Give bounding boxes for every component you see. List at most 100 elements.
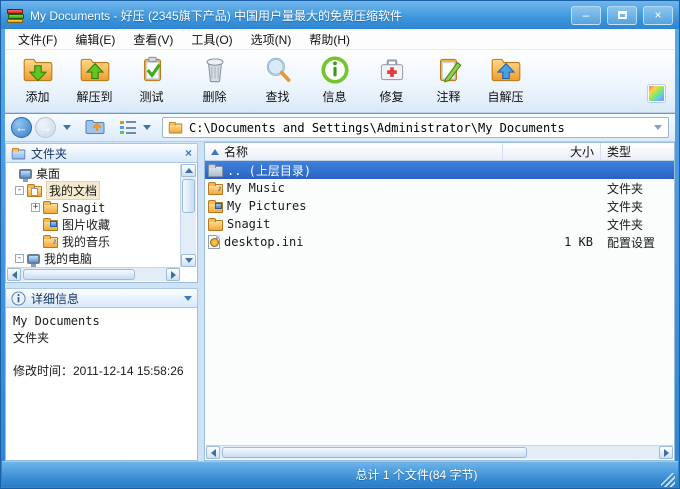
minimize-button[interactable]: –	[571, 5, 601, 25]
scroll-right-button[interactable]	[166, 268, 180, 281]
delete-button[interactable]: 删除	[186, 53, 243, 110]
status-bar: 总计 1 个文件(84 字节)	[2, 461, 678, 487]
tree-item-pictures[interactable]: 图片收藏	[7, 216, 180, 233]
list-horizontal-scrollbar[interactable]	[206, 445, 673, 459]
extract-button[interactable]: 解压到	[66, 53, 123, 110]
skin-picker-button[interactable]	[647, 84, 666, 103]
address-path[interactable]: C:\Documents and Settings\Administrator\…	[189, 121, 653, 135]
collapse-panel-icon[interactable]	[184, 295, 192, 301]
scroll-thumb[interactable]	[182, 179, 195, 213]
test-button[interactable]: 测试	[123, 53, 180, 110]
folder-music-icon: ♪	[208, 181, 223, 195]
tree-item-my-computer[interactable]: - 我的电脑	[7, 250, 180, 267]
folders-panel-icon	[11, 147, 26, 159]
scroll-down-button[interactable]	[181, 254, 196, 267]
toolbar: 添加 解压到 测试 删除 查找 信息 修复 注释 自解压	[5, 50, 675, 113]
forward-button[interactable]: →	[35, 117, 56, 138]
folder-icon	[208, 217, 223, 231]
folder-blue-arrow-up-icon	[491, 58, 520, 82]
sort-ascending-icon	[211, 148, 219, 155]
find-label: 查找	[265, 90, 290, 104]
column-header-type[interactable]: 类型	[601, 143, 674, 160]
table-row-desktop-ini[interactable]: desktop.ini 1 KB 配置设置	[205, 233, 674, 251]
clipboard-check-icon	[143, 56, 161, 82]
address-dropdown-icon[interactable]	[654, 125, 662, 130]
folders-panel-header[interactable]: 文件夹 ×	[5, 143, 198, 163]
details-file-type: 文件夹	[13, 331, 50, 345]
comment-button[interactable]: 注释	[420, 53, 477, 110]
menu-edit[interactable]: 编辑(E)	[66, 29, 124, 50]
left-column: 文件夹 × 桌面 - 我的文档 + Snagit 图片收藏 ♪ 我的音乐 - 我…	[5, 143, 198, 461]
view-mode-icon[interactable]	[120, 120, 136, 135]
table-row-snagit[interactable]: Snagit 文件夹	[205, 215, 674, 233]
details-panel: 详细信息 My Documents 文件夹 修改时间：2011-12-14 15…	[5, 288, 198, 461]
table-row-my-music[interactable]: ♪ My Music 文件夹	[205, 179, 674, 197]
scroll-right-button[interactable]	[659, 446, 673, 459]
collapse-expander[interactable]: -	[15, 186, 24, 195]
collapse-expander[interactable]: -	[15, 254, 24, 263]
view-mode-dropdown-icon[interactable]	[143, 125, 151, 130]
table-row-my-pictures[interactable]: My Pictures 文件夹	[205, 197, 674, 215]
app-window: My Documents - 好压 (2345旗下产品) 中国用户量最大的免费压…	[0, 0, 680, 489]
sfx-button[interactable]: 自解压	[477, 53, 534, 110]
scroll-left-button[interactable]	[206, 446, 220, 459]
up-one-level-button[interactable]	[84, 116, 106, 139]
details-content: My Documents 文件夹 修改时间：2011-12-14 15:58:2…	[5, 308, 198, 461]
add-label: 添加	[25, 90, 50, 104]
find-button[interactable]: 查找	[249, 53, 306, 110]
table-row-parent-dir[interactable]: .. (上层目录)	[205, 161, 674, 179]
info-label: 信息	[322, 90, 347, 104]
tree-item-desktop[interactable]: 桌面	[7, 165, 180, 182]
scroll-thumb[interactable]	[23, 269, 135, 280]
add-button[interactable]: 添加	[9, 53, 66, 110]
details-file-name: My Documents	[13, 314, 100, 328]
info-button[interactable]: 信息	[306, 53, 363, 110]
close-button[interactable]: ×	[643, 5, 673, 25]
column-header-name[interactable]: 名称	[205, 143, 503, 160]
window-title: My Documents - 好压 (2345旗下产品) 中国用户量最大的免费压…	[30, 8, 403, 23]
scroll-left-button[interactable]	[7, 268, 21, 281]
address-folder-icon	[168, 121, 183, 134]
address-combobox[interactable]: C:\Documents and Settings\Administrator\…	[162, 117, 669, 138]
menu-help[interactable]: 帮助(H)	[300, 29, 359, 50]
tree-item-music[interactable]: ♪ 我的音乐	[7, 233, 180, 250]
column-header-size[interactable]: 大小	[503, 143, 601, 160]
comment-label: 注释	[436, 90, 461, 104]
menu-bar: 文件(F) 编辑(E) 查看(V) 工具(O) 选项(N) 帮助(H)	[5, 29, 675, 50]
resize-grip[interactable]	[661, 473, 675, 487]
menu-view[interactable]: 查看(V)	[124, 29, 182, 50]
repair-kit-icon	[380, 59, 403, 81]
folders-panel-close-icon[interactable]: ×	[185, 146, 192, 160]
app-logo-icon	[7, 7, 25, 23]
tree-horizontal-scrollbar[interactable]	[7, 267, 180, 281]
tree-item-my-documents[interactable]: - 我的文档	[7, 181, 180, 200]
scroll-thumb[interactable]	[222, 447, 527, 458]
expand-expander[interactable]: +	[31, 203, 40, 212]
details-modified-time: 修改时间：2011-12-14 15:58:26	[13, 364, 184, 378]
navigation-bar: ← → C:\Documents and Settings\Administra…	[5, 114, 675, 142]
menu-file[interactable]: 文件(F)	[9, 29, 66, 50]
sfx-label: 自解压	[487, 90, 524, 104]
tree-item-snagit[interactable]: + Snagit	[7, 199, 180, 216]
details-panel-header[interactable]: 详细信息	[5, 288, 198, 308]
maximize-button[interactable]	[607, 5, 637, 25]
computer-icon	[27, 253, 40, 267]
folder-arrow-down-icon	[23, 58, 52, 82]
menu-tools[interactable]: 工具(O)	[182, 29, 241, 50]
ini-file-icon	[208, 235, 220, 249]
file-list-header: 名称 大小 类型	[205, 143, 674, 161]
repair-button[interactable]: 修复	[363, 53, 420, 110]
title-bar[interactable]: My Documents - 好压 (2345旗下产品) 中国用户量最大的免费压…	[1, 1, 679, 29]
folder-music-icon: ♪	[43, 235, 58, 248]
details-panel-title: 详细信息	[31, 291, 80, 306]
menu-options[interactable]: 选项(N)	[242, 29, 301, 50]
back-button[interactable]: ←	[11, 117, 32, 138]
scroll-up-button[interactable]	[181, 164, 196, 177]
tree-vertical-scrollbar[interactable]	[180, 164, 196, 267]
history-dropdown-icon[interactable]	[63, 125, 71, 130]
folder-open-icon	[27, 184, 42, 197]
trash-icon	[206, 58, 223, 83]
workspace: 文件夹 × 桌面 - 我的文档 + Snagit 图片收藏 ♪ 我的音乐 - 我…	[5, 142, 675, 461]
folder-arrow-up-icon	[80, 58, 109, 82]
file-list: 名称 大小 类型 .. (上层目录) ♪ My Music 文件夹 My Pict…	[204, 142, 675, 461]
